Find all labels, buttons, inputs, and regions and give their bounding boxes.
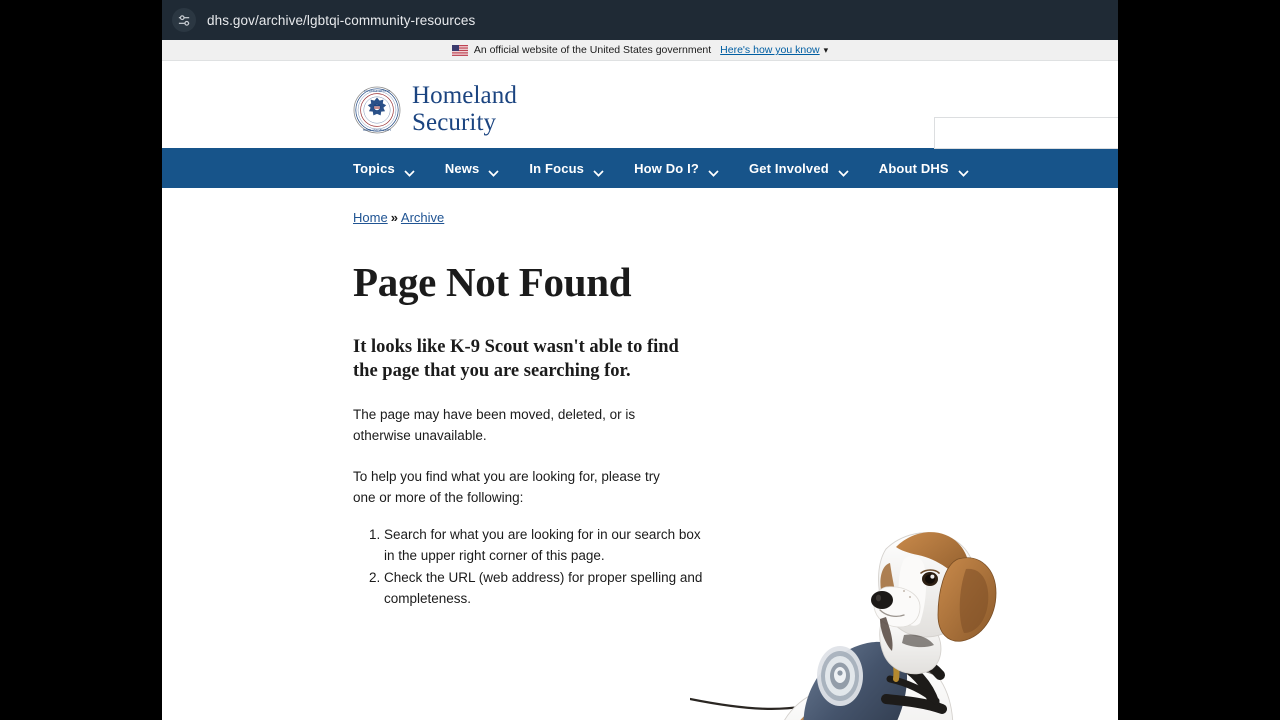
site-header: U.S. DEPARTMENT OF HOMELAND SECURITY Hom… (162, 61, 1118, 149)
dhs-brand-logo[interactable]: U.S. DEPARTMENT OF HOMELAND SECURITY Hom… (353, 82, 517, 136)
chevron-down-icon[interactable] (958, 165, 969, 177)
brand-line-2: Security (412, 108, 497, 136)
nav-item-label: About DHS (878, 160, 949, 176)
k9-scout-beagle-photo (690, 503, 1010, 720)
browser-url-bar[interactable]: dhs.gov/archive/lgbtqi-community-resourc… (162, 0, 1118, 40)
page-body: Home» Archive Page Not Found It looks lik… (162, 188, 1118, 720)
nav-item-news[interactable]: News (444, 160, 500, 177)
list-item: Check the URL (web address) for proper s… (384, 567, 703, 609)
nav-item-about-dhs[interactable]: About DHS (878, 160, 969, 177)
chevron-down-icon[interactable] (488, 165, 500, 177)
body-paragraph-2: To help you find what you are looking fo… (353, 468, 660, 505)
lead-paragraph: It looks like K-9 Scout wasn't able to f… (353, 336, 679, 382)
dhs-seal-icon: U.S. DEPARTMENT OF HOMELAND SECURITY (353, 86, 401, 133)
svg-text:HOMELAND SECURITY: HOMELAND SECURITY (363, 129, 391, 132)
site-search-box[interactable] (934, 117, 1118, 149)
heres-how-you-know-link[interactable]: Here's how you know (720, 44, 819, 56)
us-flag-icon (451, 44, 468, 56)
nav-item-label: News (444, 160, 480, 176)
page-title: Page Not Found (353, 258, 632, 305)
gov-banner-text: An official website of the United States… (473, 44, 712, 56)
chevron-down-icon[interactable] (593, 165, 604, 177)
breadcrumb: Home» Archive (353, 210, 703, 226)
nav-item-label: Get Involved (748, 160, 829, 176)
primary-navigation: Topics News In Focus How Do I? Get Invol… (162, 148, 1118, 188)
help-suggestions-list: Search for what you are looking for in o… (353, 524, 703, 609)
body-paragraph-1: The page may have been moved, deleted, o… (353, 406, 636, 443)
tune-sliders-icon[interactable] (172, 8, 196, 32)
nav-item-label: How Do I? (634, 160, 699, 176)
brand-wordmark: Homeland Security (412, 82, 517, 136)
chevron-down-icon[interactable] (838, 165, 849, 177)
browser-viewport: An official website of the United States… (162, 40, 1118, 720)
nav-item-topics[interactable]: Topics (353, 160, 415, 177)
brand-line-1: Homeland (412, 82, 517, 109)
breadcrumb-separator: » (390, 210, 398, 225)
svg-text:U.S. DEPARTMENT OF: U.S. DEPARTMENT OF (364, 90, 391, 93)
breadcrumb-item-archive[interactable]: Archive (401, 210, 444, 225)
screen-letterbox: dhs.gov/archive/lgbtqi-community-resourc… (0, 0, 1280, 720)
nav-item-label: In Focus (529, 160, 585, 176)
nav-item-how-do-i[interactable]: How Do I? (634, 160, 719, 177)
url-text[interactable]: dhs.gov/archive/lgbtqi-community-resourc… (207, 13, 475, 28)
nav-item-in-focus[interactable]: In Focus (529, 160, 604, 177)
nav-item-label: Topics (353, 160, 395, 176)
usa-official-banner: An official website of the United States… (162, 40, 1118, 61)
breadcrumb-item-home[interactable]: Home (353, 210, 388, 225)
chevron-down-icon[interactable] (404, 165, 415, 177)
chevron-down-icon[interactable]: ▾ (824, 45, 829, 56)
content-column: Home» Archive Page Not Found It looks lik… (353, 188, 703, 610)
search-input[interactable] (935, 118, 1118, 148)
chevron-down-icon[interactable] (708, 165, 719, 177)
nav-item-get-involved[interactable]: Get Involved (748, 160, 849, 177)
list-item: Search for what you are looking for in o… (384, 524, 703, 566)
